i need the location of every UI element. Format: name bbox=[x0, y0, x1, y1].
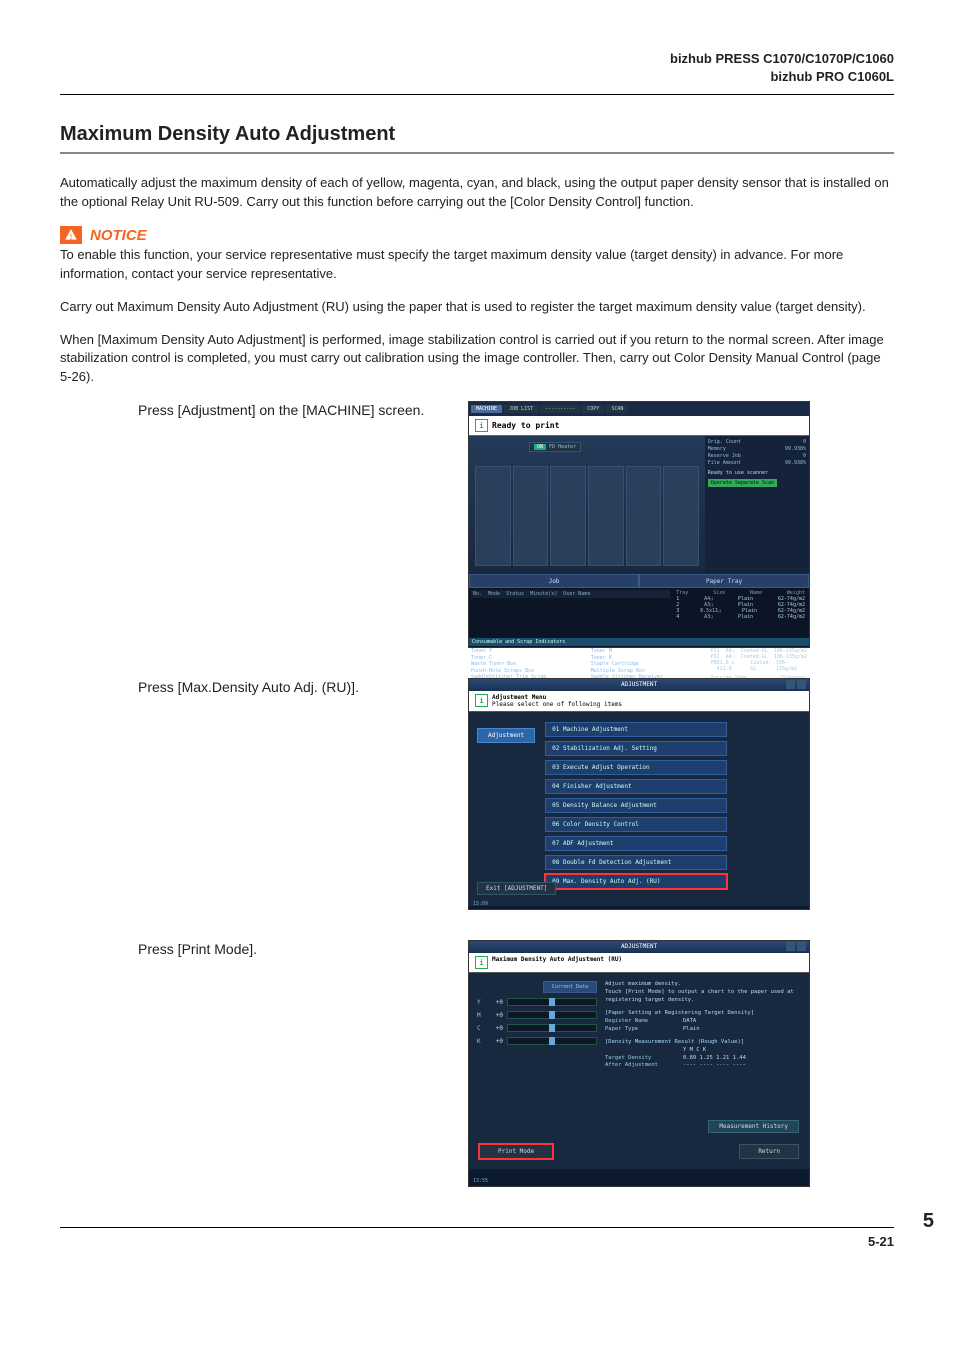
adjustment-left-button[interactable]: Adjustment bbox=[477, 728, 535, 743]
slider-k[interactable]: K +0 bbox=[477, 1037, 597, 1045]
adj-title: ADJUSTMENT bbox=[621, 681, 657, 688]
consumable-right: PI1A4❏Coated-GL106-135g/m2 PI2A4❏Coated-… bbox=[709, 646, 809, 680]
fd-heater-toggle[interactable]: ONFD Heater bbox=[529, 442, 581, 452]
header-rule bbox=[60, 94, 894, 95]
notice-body: To enable this function, your service re… bbox=[60, 246, 894, 284]
section-title: Maximum Density Auto Adjustment bbox=[60, 123, 894, 146]
job-list: No. Mode Status Minute(s) User Name bbox=[469, 588, 672, 638]
tray-panel-header: Paper Tray bbox=[639, 574, 809, 588]
menu-04[interactable]: 04 Finisher Adjustment bbox=[545, 779, 727, 794]
job-panel-header: Job bbox=[469, 574, 639, 588]
menu-02[interactable]: 02 Stabilization Adj. Setting bbox=[545, 741, 727, 756]
tab-machine[interactable]: MACHINE bbox=[471, 405, 502, 413]
paragraph-3: When [Maximum Density Auto Adjustment] i… bbox=[60, 331, 894, 388]
notice-exclaim-icon bbox=[60, 226, 82, 244]
slider-c[interactable]: C +0 bbox=[477, 1024, 597, 1032]
info-icon: i bbox=[475, 419, 488, 432]
menu-05[interactable]: 05 Density Balance Adjustment bbox=[545, 798, 727, 813]
print-mode-button[interactable]: Print Mode bbox=[479, 1144, 553, 1159]
consumable-mid: Toner MToner K Staple CartridgeMultiple … bbox=[589, 646, 709, 680]
adj-info2: Please select one of following items bbox=[492, 701, 622, 708]
return-button[interactable]: Return bbox=[739, 1144, 799, 1159]
slider-m[interactable]: M +0 bbox=[477, 1011, 597, 1019]
max-density-screen: ADJUSTMENT i Maximum Density Auto Adjust… bbox=[468, 940, 810, 1187]
exit-adjust-button[interactable]: Exit [ADJUSTMENT] bbox=[477, 882, 556, 895]
current-data-button[interactable]: Current Data bbox=[543, 981, 597, 993]
md-info: Maximum Density Auto Adjustment (RU) bbox=[492, 956, 622, 963]
menu-07[interactable]: 07 ADF Adjustment bbox=[545, 836, 727, 851]
step1-text: Press [Adjustment] on the [MACHINE] scre… bbox=[60, 401, 448, 421]
paragraph-2: Carry out Maximum Density Auto Adjustmen… bbox=[60, 298, 894, 317]
printer-illustration: ONFD Heater bbox=[469, 436, 705, 574]
adjustment-menu-screen: ADJUSTMENT i Adjustment Menu Please sele… bbox=[468, 678, 810, 910]
tray-list: Tray Size Name Weight 1A4❏Plain62-74g/m2… bbox=[672, 588, 809, 638]
md-right-panel: Adjust maximum density. Touch [Print Mod… bbox=[605, 981, 801, 1070]
ready-text: Ready to print bbox=[492, 421, 559, 430]
tab-copy[interactable]: COPY bbox=[582, 405, 604, 413]
menu-09-max-density[interactable]: 09 Max. Density Auto Adj. (RU) bbox=[545, 874, 727, 889]
consumable-left: Toner YToner C Waste Toner BoxPunch-Hole… bbox=[469, 646, 589, 680]
slider-y[interactable]: Y +0 bbox=[477, 998, 597, 1006]
menu-01[interactable]: 01 Machine Adjustment bbox=[545, 722, 727, 737]
md-title: ADJUSTMENT bbox=[621, 943, 657, 950]
adj-info1: Adjustment Menu bbox=[492, 694, 546, 701]
page-number: 5-21 bbox=[60, 1234, 894, 1249]
info-icon: i bbox=[475, 694, 488, 707]
close-icon[interactable] bbox=[797, 680, 806, 689]
close-icon[interactable] bbox=[797, 942, 806, 951]
chapter-number: 5 bbox=[923, 1210, 934, 1233]
tab-scan[interactable]: SCAN bbox=[606, 405, 628, 413]
header-product-line2: bizhub PRO C1060L bbox=[60, 68, 894, 86]
intro-paragraph: Automatically adjust the maximum density… bbox=[60, 174, 894, 212]
help-icon[interactable] bbox=[786, 942, 795, 951]
step2-text: Press [Max.Density Auto Adj. (RU)]. bbox=[60, 678, 448, 698]
header-product-line1: bizhub PRESS C1070/C1070P/C1060 bbox=[60, 50, 894, 68]
measurement-history-button[interactable]: Measurement History bbox=[708, 1120, 799, 1133]
menu-06[interactable]: 06 Color Density Control bbox=[545, 817, 727, 832]
md-foot-time: 13:55 bbox=[473, 1178, 488, 1184]
consumable-header: Consumable and Scrap Indicators bbox=[469, 638, 809, 646]
machine-counters: Orig. Count0 Memory99.938% Reserve Job0 … bbox=[705, 436, 809, 574]
menu-03[interactable]: 03 Execute Adjust Operation bbox=[545, 760, 727, 775]
step3-text: Press [Print Mode]. bbox=[60, 940, 448, 960]
tab-joblist[interactable]: JOB LIST bbox=[504, 405, 538, 413]
title-rule bbox=[60, 152, 894, 154]
help-icon[interactable] bbox=[786, 680, 795, 689]
machine-screen: MACHINE JOB LIST ---------- COPY SCAN i … bbox=[468, 401, 810, 648]
notice-heading: NOTICE bbox=[60, 226, 894, 244]
info-icon: i bbox=[475, 956, 488, 969]
adj-foot-time: 15:09 bbox=[473, 901, 488, 907]
tab-recall[interactable]: ---------- bbox=[540, 405, 580, 413]
notice-label: NOTICE bbox=[90, 227, 147, 244]
footer-rule bbox=[60, 1227, 894, 1228]
menu-08[interactable]: 08 Double Fd Detection Adjustment bbox=[545, 855, 727, 870]
operate-scan-button[interactable]: Operate Separate Scan bbox=[708, 479, 777, 487]
